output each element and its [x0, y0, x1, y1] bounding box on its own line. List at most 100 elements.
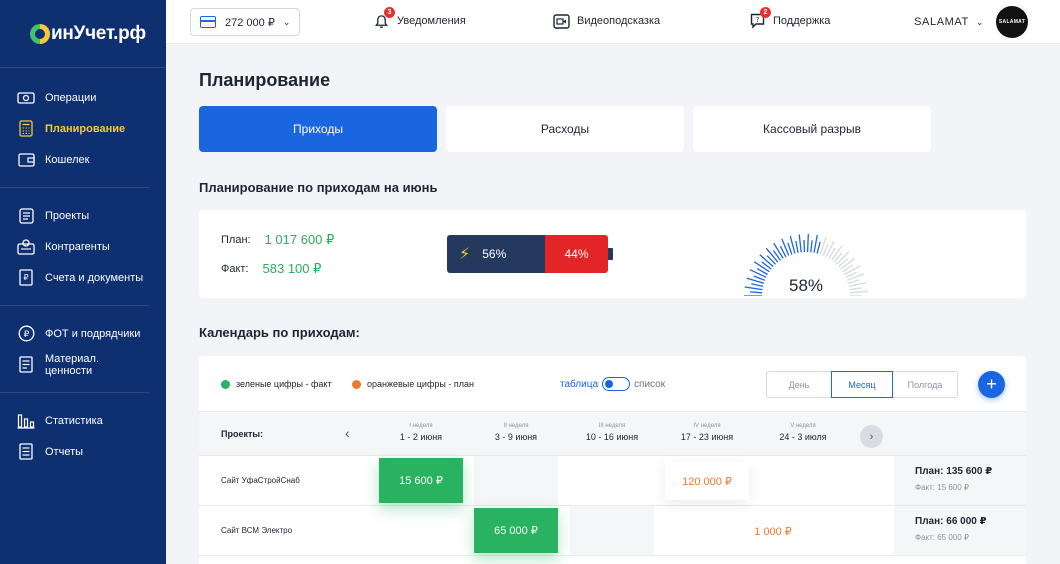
week-dates: 17 - 23 июня	[680, 432, 734, 442]
invoice-icon: ₽	[17, 269, 35, 287]
week-header: III неделя 10 - 16 июня	[564, 423, 660, 442]
table-row[interactable]: Сайт УфаСтройСнаб 15 600 ₽ 120 000 ₽ План: …	[199, 456, 1026, 506]
sidebar-item-label: Контрагенты	[45, 240, 110, 253]
sidebar-item-label: Статистика	[45, 414, 103, 427]
switch-knob	[605, 379, 614, 388]
sidebar-item-calculator[interactable]: Планирование	[0, 113, 149, 144]
sidebar-group: Проекты Контрагенты ₽ Счета и документы	[0, 188, 149, 306]
gauge-tick-filled	[816, 241, 821, 254]
period-option-0[interactable]: День	[767, 372, 831, 397]
gauge-tick-filled	[806, 233, 809, 253]
balance-dropdown[interactable]: 272 000 ₽ ⌄	[190, 8, 300, 36]
week-header: I неделя 1 - 2 июня	[373, 423, 469, 442]
period-option-1[interactable]: Месяц	[831, 371, 893, 398]
battery-remaining-segment: 44%	[545, 235, 608, 273]
gauge-value: 58%	[788, 276, 824, 295]
sidebar-group: ₽ ФОТ и подрядчики Материал. ценности	[0, 306, 149, 393]
gauge-tick-empty	[825, 240, 835, 258]
row-summary: План: 66 000 ₽ Факт: 65 000 ₽	[894, 506, 1026, 555]
cash-icon	[17, 89, 35, 107]
sidebar-item-invoice[interactable]: ₽ Счета и документы	[0, 262, 149, 293]
sidebar-item-wallet[interactable]: Кошелек	[0, 144, 149, 175]
gauge-tick-filled	[787, 242, 793, 255]
legend-fact: зеленые цифры - факт	[221, 379, 332, 389]
video-hint-button[interactable]: Видеоподсказка	[552, 12, 660, 30]
svg-text:?: ?	[755, 16, 759, 24]
week-name: V неделя	[790, 423, 816, 429]
topbar: 272 000 ₽ ⌄ 3 Уведомления Видеоподсказка…	[166, 0, 1060, 44]
plan-summary-card: План: 1 017 600 ₽ Факт: 583 100 ₽ ⚡ 56% …	[199, 210, 1026, 298]
remaining-percent: 44%	[564, 247, 589, 261]
sidebar-item-stats[interactable]: Статистика	[0, 405, 149, 436]
svg-text:₽: ₽	[23, 273, 28, 282]
period-selector: День Месяц Полгода	[766, 371, 958, 398]
row-fact-total: Факт: 65 000 ₽	[915, 533, 970, 542]
green-dot-icon	[221, 379, 230, 389]
legend-plan-label: оранжевые цифры - план	[367, 379, 474, 389]
table-row[interactable]: Сайт ВСМ Электро 65 000 ₽ 1 000 ₽ План: 66 …	[199, 506, 1026, 556]
notifications-button[interactable]: 3 Уведомления	[372, 7, 466, 30]
sidebar-item-label: Отчеты	[45, 445, 84, 458]
gauge-tick-filled	[810, 240, 813, 253]
gauge-tick-filled	[798, 234, 802, 253]
gauge-tick-filled	[773, 242, 784, 259]
avatar[interactable]: SALAMAT	[996, 6, 1028, 38]
battery-fact-segment: ⚡ 56%	[447, 235, 545, 273]
user-name: SALAMAT	[914, 16, 969, 28]
sidebar-item-cash[interactable]: Операции	[0, 82, 149, 113]
fact-value: 583 100 ₽	[262, 261, 322, 276]
row-plan-total: План: 135 600 ₽	[915, 466, 1026, 477]
chevron-right-icon[interactable]: ›	[860, 425, 883, 448]
sidebar-item-label: Планирование	[45, 122, 126, 135]
sidebar-item-contacts[interactable]: Контрагенты	[0, 231, 149, 262]
plan-summary-title: Планирование по приходам на июнь	[199, 180, 438, 195]
sidebar-nav: Операции Планирование Кошелек Проекты Контра…	[0, 68, 166, 479]
plan-row: План: 1 017 600 ₽	[221, 232, 334, 248]
support-label: Поддержка	[773, 15, 831, 27]
chevron-left-icon[interactable]: ‹	[345, 425, 350, 441]
reports-icon	[17, 443, 35, 461]
calendar-card: зеленые цифры - факт оранжевые цифры - п…	[199, 356, 1026, 564]
tab-1[interactable]: Расходы	[446, 106, 684, 152]
period-option-2[interactable]: Полгода	[893, 372, 957, 397]
row-plan-total: План: 66 000 ₽	[915, 516, 1026, 527]
fact-cell[interactable]: 15 600 ₽	[379, 458, 463, 503]
sidebar-item-label: Счета и документы	[45, 271, 144, 284]
sidebar-item-reports[interactable]: Отчеты	[0, 436, 149, 467]
calculator-icon	[17, 120, 35, 138]
view-table-label[interactable]: таблица	[560, 379, 598, 390]
gauge-tick-filled	[753, 261, 770, 273]
fact-label: Факт:	[221, 263, 249, 275]
fact-row: Факт: 583 100 ₽	[221, 261, 321, 277]
week-name: II неделя	[503, 423, 529, 429]
view-list-label[interactable]: список	[634, 379, 665, 390]
logo-text: инУчет.рф	[51, 22, 146, 44]
plan-cell[interactable]: 1 000 ₽	[731, 512, 815, 550]
projects-header: Проекты:	[221, 429, 264, 439]
chevron-down-icon: ⌄	[282, 16, 291, 27]
logo[interactable]: инУчет.рф	[0, 0, 166, 68]
plan-cell[interactable]: 120 000 ₽	[665, 462, 749, 500]
sidebar-item-label: Кошелек	[45, 153, 90, 166]
progress-battery: ⚡ 56% 44%	[447, 235, 613, 273]
add-button[interactable]: +	[978, 371, 1005, 398]
week-name: IV неделя	[693, 423, 721, 429]
gauge-tick-empty	[844, 265, 861, 276]
tab-2[interactable]: Кассовый разрыв	[693, 106, 931, 152]
legend-fact-label: зеленые цифры - факт	[236, 379, 332, 389]
week-name: III неделя	[598, 423, 626, 429]
svg-text:₽: ₽	[23, 330, 29, 340]
sidebar-item-ruble[interactable]: ₽ ФОТ и подрядчики	[0, 318, 149, 349]
sidebar-item-projects[interactable]: Проекты	[0, 200, 149, 231]
tab-0[interactable]: Приходы	[199, 106, 437, 152]
sidebar-item-materials[interactable]: Материал. ценности	[0, 349, 149, 380]
week-dates: 1 - 2 июня	[399, 432, 443, 442]
support-button[interactable]: ? 2 Поддержка	[748, 7, 831, 30]
user-menu[interactable]: SALAMAT ⌄ SALAMAT	[914, 6, 1028, 38]
view-switch[interactable]	[602, 377, 631, 391]
lightning-icon: ⚡	[459, 246, 471, 263]
view-toggle: таблица список	[560, 377, 665, 391]
project-name: Сайт ВСМ Электро	[221, 526, 293, 535]
fact-cell[interactable]: 65 000 ₽	[474, 508, 558, 553]
battery-tip	[608, 248, 613, 260]
